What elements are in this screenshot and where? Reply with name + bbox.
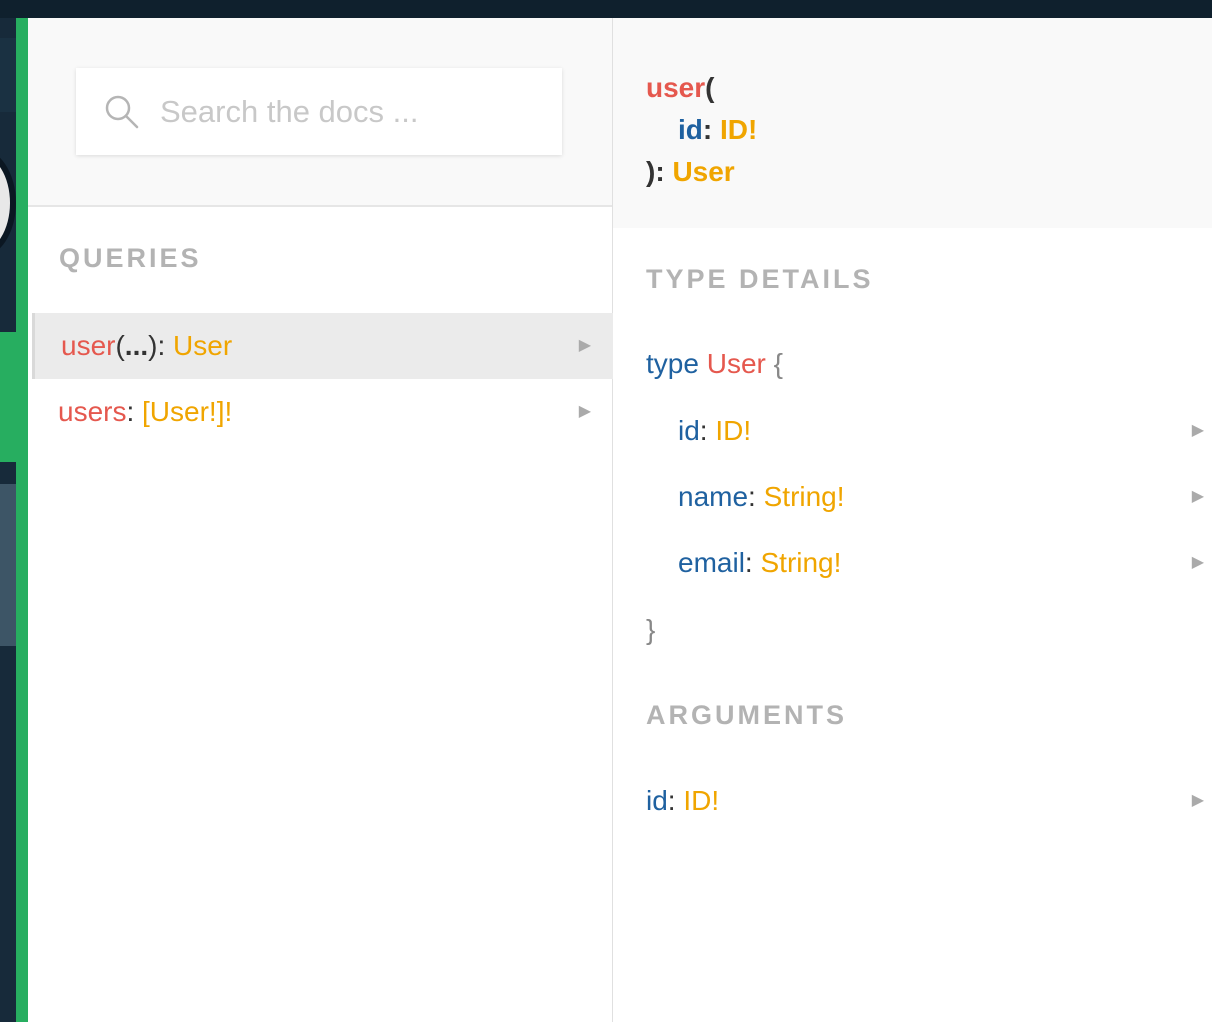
chevron-right-icon: ▶ [1191, 422, 1204, 439]
chevron-right-icon: ▶ [1191, 554, 1204, 571]
query-type[interactable]: [User!]! [142, 396, 232, 427]
field-separator: : [744, 547, 761, 578]
field-type[interactable]: String! [760, 547, 841, 578]
type-details-title: TYPE DETAILS [646, 264, 874, 294]
signature-close-paren: ): [646, 156, 673, 187]
argument-type[interactable]: ID! [683, 785, 719, 816]
argument-name: id [646, 785, 668, 816]
search-box[interactable] [76, 68, 562, 155]
top-bar [0, 0, 1212, 18]
chevron-right-icon: ▶ [578, 403, 591, 420]
chevron-right-icon: ▶ [1191, 488, 1204, 505]
close-brace: } [646, 614, 656, 645]
avatar[interactable] [0, 148, 16, 258]
field-name: email [678, 547, 745, 578]
query-separator: : [126, 396, 143, 427]
docs-explorer: QUERIES user(...): User ▶ users: [User!]… [28, 18, 613, 1022]
queries-title: QUERIES [59, 243, 202, 273]
signature-open-paren: ( [705, 72, 715, 103]
query-name: user [61, 330, 116, 361]
chevron-right-icon: ▶ [578, 337, 591, 354]
search-icon [105, 95, 139, 129]
sidebar-active-block [0, 332, 16, 462]
query-open-paren: ( [115, 330, 125, 361]
type-field-name[interactable]: name: String! ▶ [678, 477, 1204, 517]
field-type[interactable]: ID! [715, 415, 751, 446]
signature-arg: id: ID! [678, 114, 757, 146]
sidebar-block [0, 38, 16, 112]
argument-item-id[interactable]: id: ID! ▶ [646, 781, 1204, 821]
left-sidebar-strip [0, 18, 28, 1022]
type-definition-header: type User { [646, 348, 783, 380]
query-type[interactable]: User [173, 330, 232, 361]
type-keyword: type [646, 348, 699, 379]
signature-arg-type[interactable]: ID! [720, 114, 757, 145]
query-item-user[interactable]: user(...): User ▶ [32, 313, 613, 379]
signature-arg-separator: : [702, 114, 720, 145]
arguments-title: ARGUMENTS [646, 700, 847, 730]
search-area [28, 18, 612, 207]
chevron-right-icon: ▶ [1191, 792, 1204, 809]
query-name: users [58, 396, 127, 427]
field-type[interactable]: String! [764, 481, 845, 512]
type-details-panel: user( id: ID! ): User TYPE DETAILS type … [613, 18, 1212, 1022]
field-separator: : [748, 481, 764, 512]
signature-line: ): User [646, 156, 735, 188]
search-input[interactable] [160, 68, 550, 155]
green-bar [16, 18, 28, 1022]
signature-arg-name: id [678, 114, 703, 145]
type-name: User [706, 348, 766, 379]
signature-line: user( [646, 72, 714, 104]
type-field-email[interactable]: email: String! ▶ [678, 543, 1204, 583]
argument-separator: : [667, 785, 684, 816]
query-item-users[interactable]: users: [User!]! ▶ [32, 379, 613, 445]
signature-field-name: user [646, 72, 706, 103]
field-name: name [678, 481, 749, 512]
field-name: id [678, 415, 700, 446]
query-args-ellipsis: ... [124, 330, 149, 361]
open-brace: { [773, 348, 783, 379]
type-field-id[interactable]: id: ID! ▶ [678, 411, 1204, 451]
sidebar-block [0, 484, 16, 646]
query-separator: : [157, 330, 174, 361]
field-separator: : [699, 415, 716, 446]
signature-return-type[interactable]: User [672, 156, 734, 187]
field-signature: user( id: ID! ): User [613, 18, 1212, 228]
